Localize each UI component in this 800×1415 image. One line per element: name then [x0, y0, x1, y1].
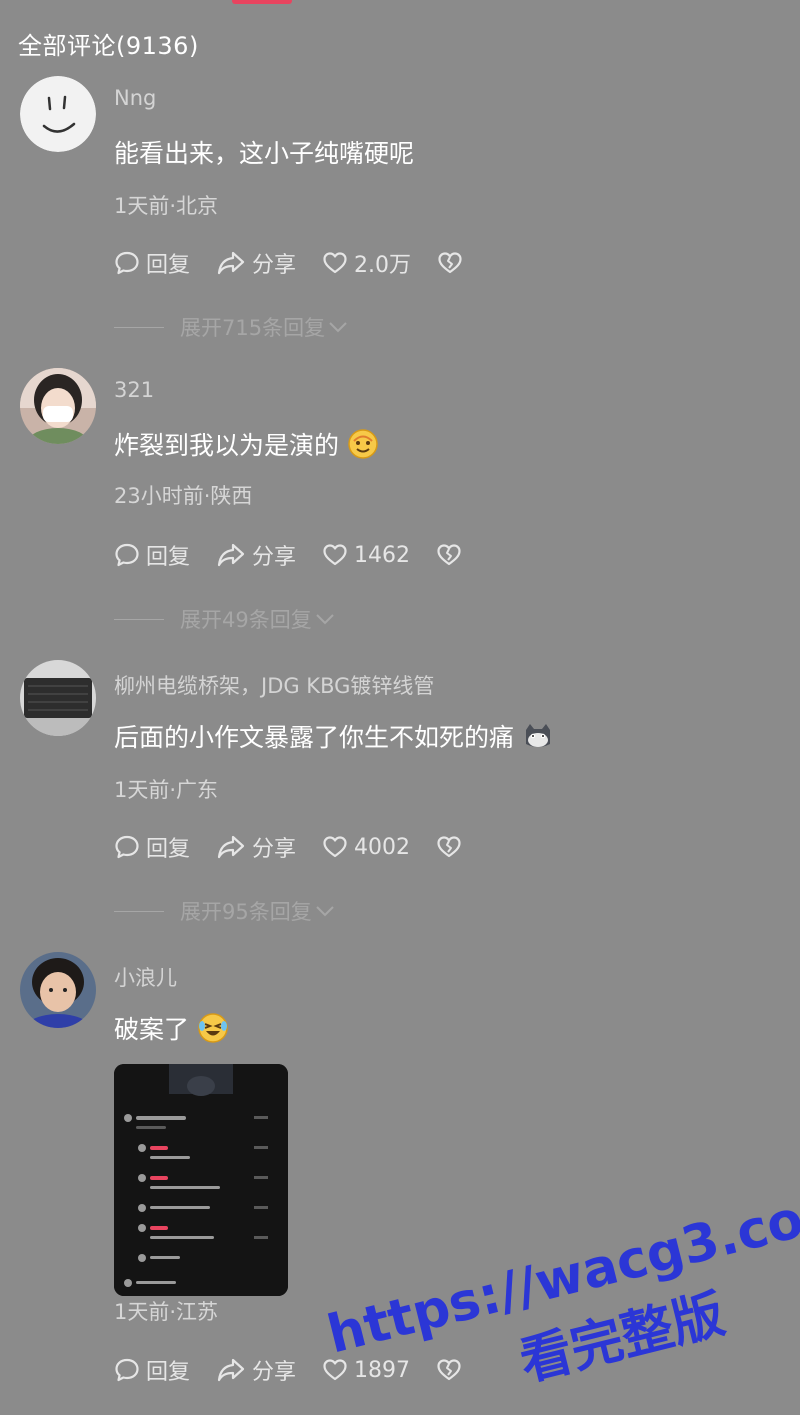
comment-text-body: 炸裂到我以为是演的	[114, 431, 340, 460]
share-button[interactable]: 分享	[216, 1354, 296, 1386]
reply-bubble-icon	[115, 1358, 139, 1382]
comment-actions: 回复 分享 1462	[114, 539, 494, 571]
comment-username[interactable]: Nng	[114, 86, 156, 110]
chevron-down-icon	[316, 614, 334, 625]
share-arrow-icon	[217, 835, 245, 859]
comment-meta: 1天前·广东	[114, 778, 219, 802]
share-arrow-icon	[217, 543, 245, 567]
expand-replies-label: 展开715条回复	[180, 316, 326, 340]
avatar[interactable]	[20, 368, 96, 444]
reply-button[interactable]: 回复	[114, 831, 190, 863]
like-button[interactable]: 4002	[322, 834, 410, 860]
dislike-button[interactable]	[436, 542, 468, 568]
comment-username[interactable]: 321	[114, 378, 154, 402]
broken-heart-icon	[437, 544, 461, 566]
smiling-emoji-icon	[347, 428, 379, 466]
reply-label: 回复	[146, 837, 191, 862]
divider-line	[114, 326, 164, 328]
avatar[interactable]	[20, 76, 96, 152]
comment-meta: 1天前·北京	[114, 194, 219, 218]
expand-replies-button[interactable]: 展开715条回复	[114, 312, 349, 342]
comments-header-title: 全部评论(9136)	[18, 32, 199, 60]
chevron-down-icon	[329, 322, 347, 333]
share-label: 分享	[252, 253, 297, 278]
like-button[interactable]: 1897	[322, 1357, 410, 1383]
broken-heart-icon	[437, 836, 461, 858]
chevron-down-icon	[316, 906, 334, 917]
watermark-url: https://wacg3.com	[321, 1176, 800, 1366]
laughing-crying-emoji-icon	[197, 1012, 229, 1050]
share-button[interactable]: 分享	[216, 831, 296, 863]
comment-actions: 回复 分享 4002	[114, 831, 494, 863]
dislike-button[interactable]	[436, 834, 468, 860]
like-count: 1462	[354, 542, 411, 568]
divider-line	[114, 618, 164, 620]
dislike-button[interactable]	[436, 1357, 468, 1383]
comment-text: 破案了	[114, 1010, 229, 1050]
share-button[interactable]: 分享	[216, 247, 296, 279]
reply-label: 回复	[146, 253, 191, 278]
like-button[interactable]: 1462	[322, 542, 410, 568]
comment-username[interactable]: 柳州电缆桥架，JDG KBG镀锌线管	[114, 670, 434, 700]
like-button[interactable]: 2.0万	[322, 247, 411, 279]
broken-heart-icon	[438, 252, 462, 274]
comment-text: 能看出来，这小子纯嘴硬呢	[114, 139, 415, 168]
dislike-button[interactable]	[437, 250, 469, 276]
comment-meta: 1天前·江苏	[114, 1300, 219, 1324]
divider-line	[114, 910, 164, 912]
broken-heart-icon	[437, 1359, 461, 1381]
heart-icon	[323, 252, 347, 274]
share-label: 分享	[252, 545, 297, 570]
reply-label: 回复	[146, 545, 191, 570]
share-label: 分享	[252, 837, 297, 862]
expand-replies-button[interactable]: 展开95条回复	[114, 896, 336, 926]
watermark-subtitle: 看完整版	[514, 1284, 731, 1393]
reply-button[interactable]: 回复	[114, 247, 190, 279]
reply-bubble-icon	[115, 251, 139, 275]
like-count: 4002	[354, 834, 411, 860]
comment-text-body: 破案了	[114, 1015, 190, 1044]
share-arrow-icon	[217, 251, 245, 275]
comment-actions: 回复 分享 2.0万	[114, 247, 495, 279]
share-label: 分享	[252, 1360, 297, 1385]
tab-indicator	[232, 0, 292, 4]
comment-text-body: 后面的小作文暴露了你生不如死的痛	[114, 723, 515, 752]
heart-icon	[323, 1359, 347, 1381]
comment-text: 炸裂到我以为是演的	[114, 426, 379, 466]
expand-replies-label: 展开49条回复	[180, 608, 312, 632]
comment-text: 后面的小作文暴露了你生不如死的痛	[114, 718, 554, 758]
heart-icon	[323, 544, 347, 566]
like-count: 2.0万	[354, 253, 412, 278]
comment-username[interactable]: 小浪儿	[114, 962, 177, 992]
comment-meta: 23小时前·陕西	[114, 484, 253, 508]
comment-actions: 回复 分享 1897	[114, 1354, 494, 1386]
expand-replies-label: 展开95条回复	[180, 900, 312, 924]
comments-page: 全部评论(9136) Nng 能看出来，这小子纯嘴硬呢 1天前·北京 回复 分享	[0, 0, 800, 1415]
share-arrow-icon	[217, 1358, 245, 1382]
avatar[interactable]	[20, 660, 96, 736]
avatar[interactable]	[20, 952, 96, 1028]
reply-bubble-icon	[115, 543, 139, 567]
reply-bubble-icon	[115, 835, 139, 859]
share-button[interactable]: 分享	[216, 539, 296, 571]
reply-label: 回复	[146, 1360, 191, 1385]
reply-button[interactable]: 回复	[114, 1354, 190, 1386]
cat-emoji-icon	[522, 720, 554, 758]
like-count: 1897	[354, 1357, 411, 1383]
comment-image-screenshot[interactable]	[114, 1064, 288, 1296]
reply-button[interactable]: 回复	[114, 539, 190, 571]
heart-icon	[323, 836, 347, 858]
expand-replies-button[interactable]: 展开49条回复	[114, 604, 336, 634]
